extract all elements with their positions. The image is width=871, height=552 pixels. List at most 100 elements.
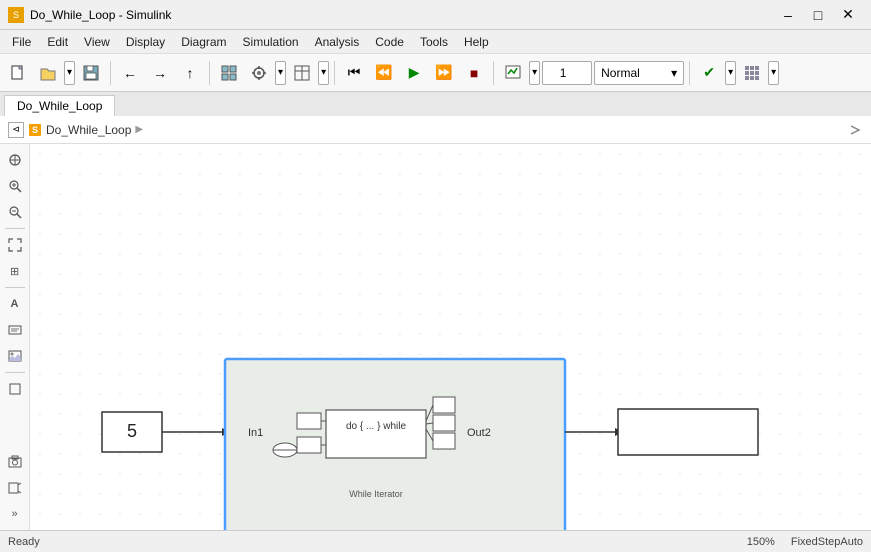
sim-mode-label: Normal (601, 66, 640, 80)
toolbar-sep-1 (110, 61, 111, 85)
settings-dropdown[interactable]: ▾ (275, 61, 286, 85)
do-while-block[interactable] (326, 410, 426, 458)
settings-button[interactable] (245, 59, 273, 87)
menu-display[interactable]: Display (118, 33, 173, 51)
minimize-button[interactable]: – (773, 4, 803, 26)
menu-simulation[interactable]: Simulation (235, 33, 307, 51)
menu-edit[interactable]: Edit (39, 33, 76, 51)
app-icon: S (8, 7, 24, 23)
left-toolbar-sep-2 (5, 287, 25, 288)
redo-button[interactable]: → (146, 59, 174, 87)
annotation-button[interactable] (3, 318, 27, 342)
breadcrumb-arrow: ▶ (135, 124, 143, 135)
window-title: Do_While_Loop - Simulink (30, 8, 171, 22)
screenshot-button[interactable] (3, 450, 27, 474)
validate-button[interactable]: ✔ (695, 59, 723, 87)
breadcrumb-end-icon (847, 122, 863, 138)
sub-out-block-2[interactable] (433, 415, 455, 431)
svg-text:S: S (32, 125, 38, 135)
breadcrumb-expand-btn[interactable]: ⊲ (8, 122, 24, 138)
left-toolbar-sep-3 (5, 372, 25, 373)
undo-button[interactable]: ← (116, 59, 144, 87)
breadcrumb-item[interactable]: S Do_While_Loop ▶ (28, 123, 143, 137)
menu-code[interactable]: Code (367, 33, 412, 51)
sub-block-2[interactable] (297, 437, 321, 453)
zoom-out-button[interactable] (3, 200, 27, 224)
grid-dropdown[interactable]: ▾ (768, 61, 779, 85)
toolbar: ▾ ← → ↑ ▾ ▾ ⏮ ⏪ ▶ ⏩ ■ ▾ 1 Normal ▾ (0, 54, 871, 92)
simulink-icon: S (28, 123, 42, 137)
maximize-button[interactable]: □ (803, 4, 833, 26)
canvas-area[interactable]: 5 In1 do { ... } while While Itera (30, 144, 871, 530)
table-dropdown[interactable]: ▾ (318, 61, 329, 85)
menu-diagram[interactable]: Diagram (173, 33, 234, 51)
status-bar: Ready 150% FixedStepAuto (0, 530, 871, 552)
up-button[interactable]: ↑ (176, 59, 204, 87)
sub-out-block-1[interactable] (433, 397, 455, 413)
close-button[interactable]: ✕ (833, 4, 863, 26)
breadcrumb-label: Do_While_Loop (46, 123, 131, 137)
save-button[interactable] (77, 59, 105, 87)
menu-bar: File Edit View Display Diagram Simulatio… (0, 30, 871, 54)
toolbar-sep-5 (689, 61, 690, 85)
block-button[interactable] (3, 377, 27, 401)
svg-text:⊞: ⊞ (10, 266, 19, 278)
out2-label: Out2 (467, 427, 491, 439)
status-solver: FixedStepAuto (791, 536, 863, 548)
sim-time-input[interactable]: 1 (542, 61, 592, 85)
new-button[interactable] (4, 59, 32, 87)
tab-do-while-loop[interactable]: Do_While_Loop (4, 95, 115, 117)
pan-button[interactable]: ⊞ (3, 259, 27, 283)
while-iterator-inner-label: While Iterator (349, 489, 403, 499)
sim-mode-dropdown[interactable]: Normal ▾ (594, 61, 684, 85)
left-toolbar: ⊞ A » (0, 144, 30, 530)
scope-button[interactable] (499, 59, 527, 87)
sub-out-block-3[interactable] (433, 433, 455, 449)
grid-button[interactable] (738, 59, 766, 87)
toolbar-sep-4 (493, 61, 494, 85)
open-dropdown[interactable]: ▾ (64, 61, 75, 85)
open-button[interactable] (34, 59, 62, 87)
step-forward-button[interactable]: ⏩ (430, 59, 458, 87)
left-toolbar-sep-1 (5, 228, 25, 229)
canvas-svg: 5 In1 do { ... } while While Itera (30, 144, 871, 530)
menu-help[interactable]: Help (456, 33, 497, 51)
library-button[interactable] (215, 59, 243, 87)
record-button[interactable] (3, 476, 27, 500)
in1-label: In1 (248, 427, 263, 439)
status-zoom: 150% (747, 536, 775, 548)
fit-view-button[interactable] (3, 233, 27, 257)
sub-block-1[interactable] (297, 413, 321, 429)
table-button[interactable] (288, 59, 316, 87)
status-right: 150% FixedStepAuto (747, 536, 863, 548)
tab-bar: Do_While_Loop (0, 92, 871, 116)
more-tools-button[interactable]: » (3, 502, 27, 526)
validate-dropdown[interactable]: ▾ (725, 61, 736, 85)
status-ready: Ready (8, 536, 40, 548)
title-bar: S Do_While_Loop - Simulink – □ ✕ (0, 0, 871, 30)
do-while-text: do { ... } while (346, 421, 406, 432)
sim-mode-arrow: ▾ (671, 66, 677, 80)
scope-dropdown[interactable]: ▾ (529, 61, 540, 85)
reverse-button[interactable]: ⏪ (370, 59, 398, 87)
menu-file[interactable]: File (4, 33, 39, 51)
stop-button[interactable]: ■ (460, 59, 488, 87)
block-output-display[interactable] (618, 409, 758, 455)
toolbar-sep-3 (334, 61, 335, 85)
step-back-button[interactable]: ⏮ (340, 59, 368, 87)
main-area: ⊞ A » (0, 144, 871, 530)
window-controls: – □ ✕ (773, 4, 863, 26)
toolbar-sep-2 (209, 61, 210, 85)
sim-time-field[interactable]: 1 (543, 66, 583, 80)
menu-tools[interactable]: Tools (412, 33, 456, 51)
zoom-in-button[interactable] (3, 174, 27, 198)
menu-view[interactable]: View (76, 33, 118, 51)
image-button[interactable] (3, 344, 27, 368)
text-button[interactable]: A (3, 292, 27, 316)
breadcrumb-bar: ⊲ S Do_While_Loop ▶ (0, 116, 871, 144)
block-constant-5[interactable]: 5 (102, 412, 162, 452)
tab-label: Do_While_Loop (17, 99, 102, 113)
menu-analysis[interactable]: Analysis (307, 33, 368, 51)
run-button[interactable]: ▶ (400, 59, 428, 87)
select-tool-button[interactable] (3, 148, 27, 172)
